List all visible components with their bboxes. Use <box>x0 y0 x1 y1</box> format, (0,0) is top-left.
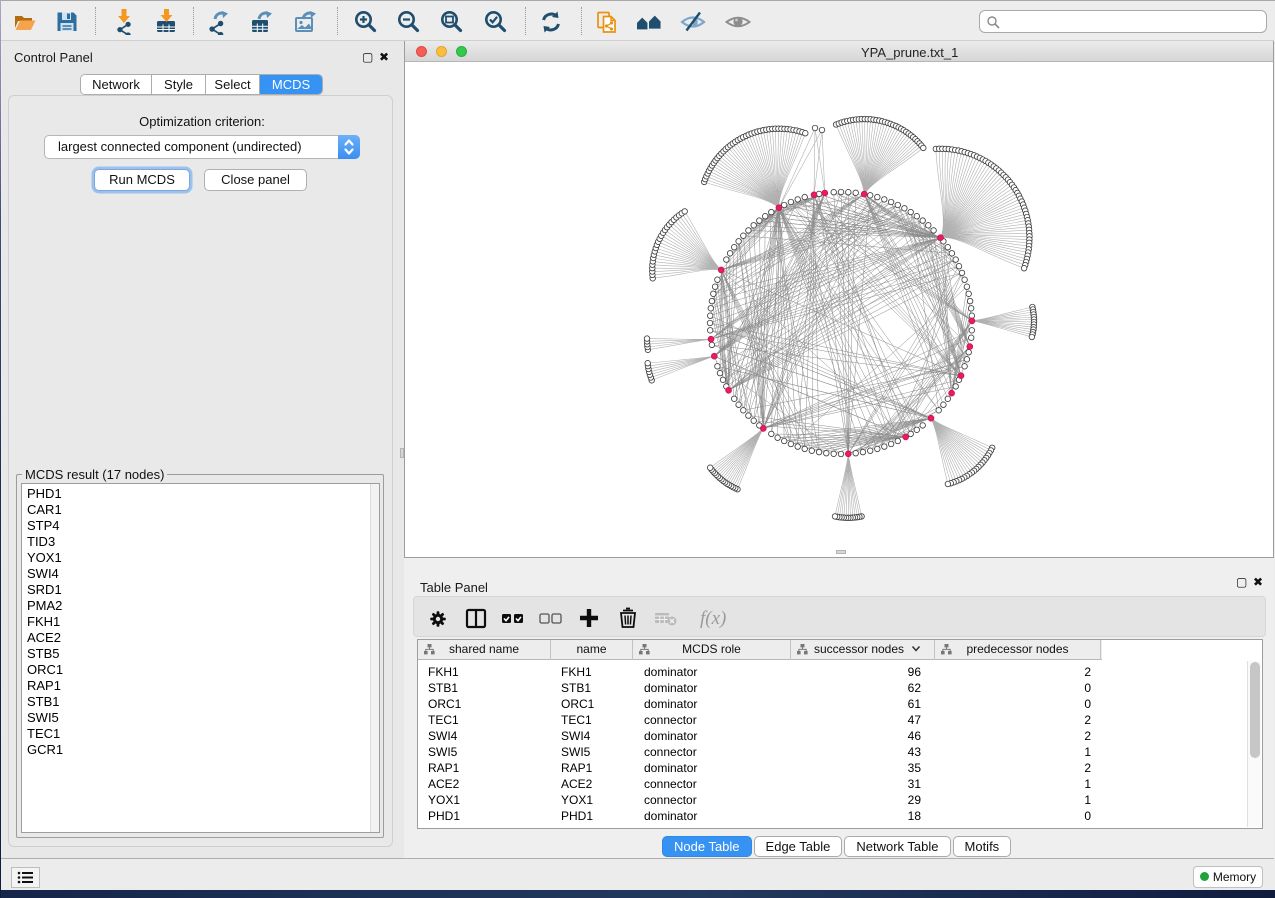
svg-text:f(x): f(x) <box>700 608 726 629</box>
